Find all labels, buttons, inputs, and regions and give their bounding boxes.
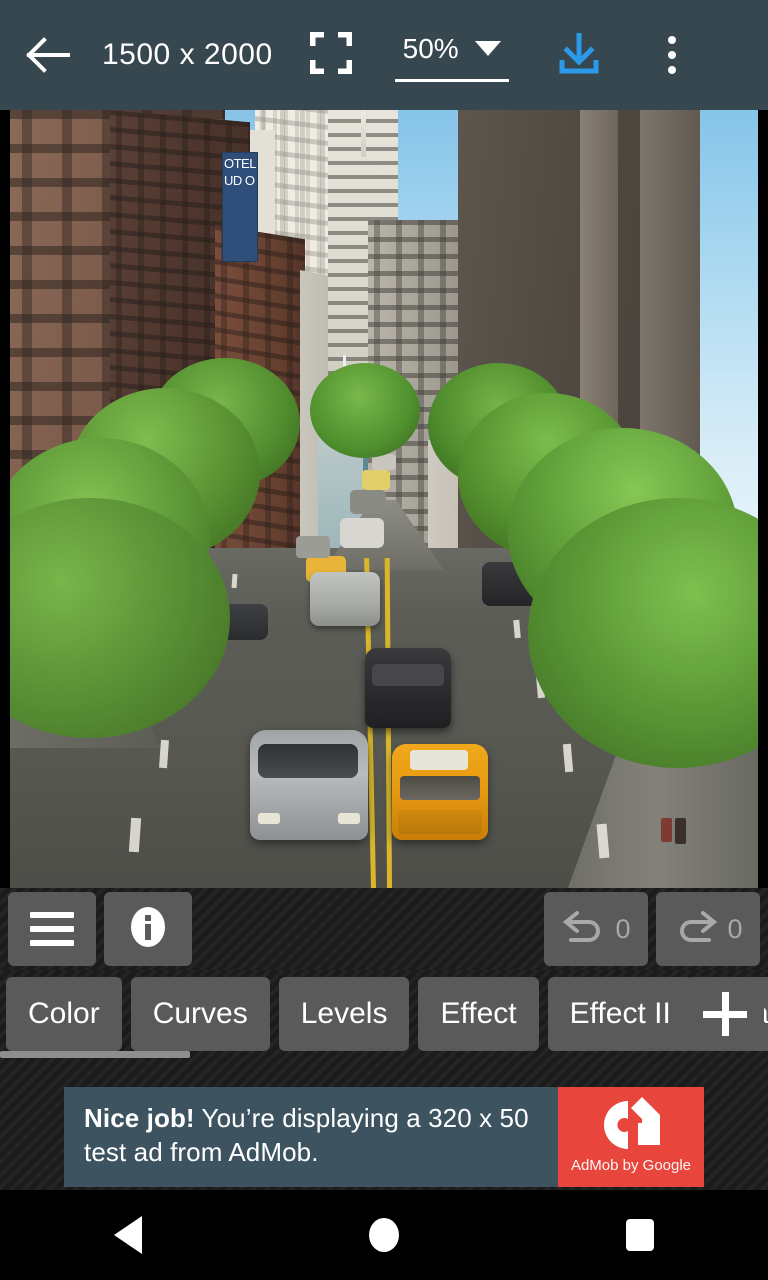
- vehicle-silver-sedan: [310, 572, 380, 626]
- android-recents-button[interactable]: [512, 1190, 768, 1280]
- taxi-roof-sign: [410, 750, 468, 770]
- zoom-level-selector[interactable]: 50%: [394, 28, 509, 82]
- android-navigation-bar: [0, 1190, 768, 1280]
- redo-button[interactable]: 0: [656, 892, 760, 966]
- save-button[interactable]: [537, 0, 621, 110]
- admob-brand-label: AdMob by Google: [570, 1157, 692, 1174]
- android-home-icon: [369, 1218, 399, 1252]
- chevron-down-icon: [474, 41, 501, 56]
- tree-canopy: [310, 363, 420, 458]
- vehicle-distant-taxi: [362, 470, 390, 490]
- overflow-menu-icon: [667, 36, 676, 44]
- effect-tab-strip[interactable]: Color Curves Levels Effect Effect II Fra: [0, 970, 768, 1058]
- tab-effect[interactable]: Effect: [418, 977, 539, 1051]
- headlight: [258, 813, 280, 824]
- overflow-menu-icon-dot: [667, 51, 676, 59]
- hotel-sign: OTEL UD O: [222, 152, 258, 262]
- app-root: 1500 x 2000 50% OTEL UD O 0 0 Color Curv…: [0, 0, 768, 1280]
- vehicle-white-van: [340, 518, 384, 548]
- tab-effect-ii[interactable]: Effect II: [547, 977, 693, 1051]
- vehicle-window: [400, 776, 480, 800]
- menu-button[interactable]: [8, 892, 96, 966]
- fit-to-screen-button[interactable]: [289, 0, 373, 110]
- top-app-bar: 1500 x 2000 50%: [0, 0, 768, 110]
- undo-icon: [561, 907, 607, 952]
- vehicle-trunk: [398, 810, 482, 834]
- android-home-button[interactable]: [256, 1190, 512, 1280]
- back-button[interactable]: [0, 0, 96, 110]
- info-icon: [125, 904, 171, 955]
- tab-curves[interactable]: Curves: [130, 977, 270, 1051]
- tab-list: Color Curves Levels Effect Effect II Fra: [6, 977, 768, 1051]
- download-icon: [556, 30, 602, 81]
- redo-icon: [673, 907, 719, 952]
- menu-icon: [30, 912, 74, 946]
- pedestrian: [661, 818, 672, 842]
- plus-icon-vertical: [721, 992, 729, 1036]
- headlight: [338, 813, 360, 824]
- arrow-left-icon: [26, 37, 70, 73]
- tab-levels[interactable]: Levels: [278, 977, 410, 1051]
- android-back-button[interactable]: [0, 1190, 256, 1280]
- edited-photo[interactable]: OTEL UD O: [10, 110, 758, 888]
- tab-color[interactable]: Color: [6, 977, 122, 1051]
- pedestrian: [675, 818, 686, 844]
- chrysler-spire: [361, 110, 366, 157]
- vehicle-distant: [350, 490, 386, 514]
- lane-dash: [128, 817, 142, 853]
- admob-logo-icon: [604, 1097, 660, 1149]
- vehicle-window: [372, 664, 444, 686]
- overflow-menu-icon-dot: [667, 66, 676, 74]
- lane-dash: [231, 573, 238, 589]
- ad-zone: Nice job! You’re displaying a 320 x 50 t…: [0, 1058, 768, 1190]
- ad-headline: Nice job!: [84, 1103, 195, 1133]
- tab-scrollbar[interactable]: [0, 1051, 190, 1058]
- image-canvas[interactable]: OTEL UD O: [0, 110, 768, 888]
- undo-button[interactable]: 0: [544, 892, 648, 966]
- admob-banner[interactable]: Nice job! You’re displaying a 320 x 50 t…: [64, 1087, 704, 1187]
- vehicle-yellow-taxi: [392, 744, 488, 840]
- vehicle-window: [258, 744, 358, 778]
- zoom-level-value: 50%: [402, 32, 459, 64]
- vehicle-black-suv: [365, 648, 451, 728]
- admob-logo-block[interactable]: AdMob by Google: [558, 1087, 704, 1187]
- lane-dash: [513, 619, 521, 639]
- lane-dash: [562, 743, 574, 773]
- redo-count: 0: [727, 913, 743, 944]
- ad-message: Nice job! You’re displaying a 320 x 50 t…: [64, 1087, 558, 1187]
- android-back-icon: [114, 1216, 142, 1254]
- android-recents-icon: [626, 1219, 654, 1251]
- overflow-menu-button[interactable]: [635, 0, 709, 110]
- image-dimensions-label: 1500 x 2000: [102, 38, 273, 71]
- fit-to-screen-icon: [308, 30, 354, 79]
- undo-count: 0: [615, 913, 631, 944]
- lane-dash: [159, 739, 169, 769]
- info-button[interactable]: [104, 892, 192, 966]
- editor-tool-row: 0 0: [0, 888, 768, 970]
- vehicle-parked: [296, 536, 330, 558]
- add-tab-button[interactable]: [686, 977, 764, 1051]
- vehicle-silver-minivan: [250, 730, 368, 840]
